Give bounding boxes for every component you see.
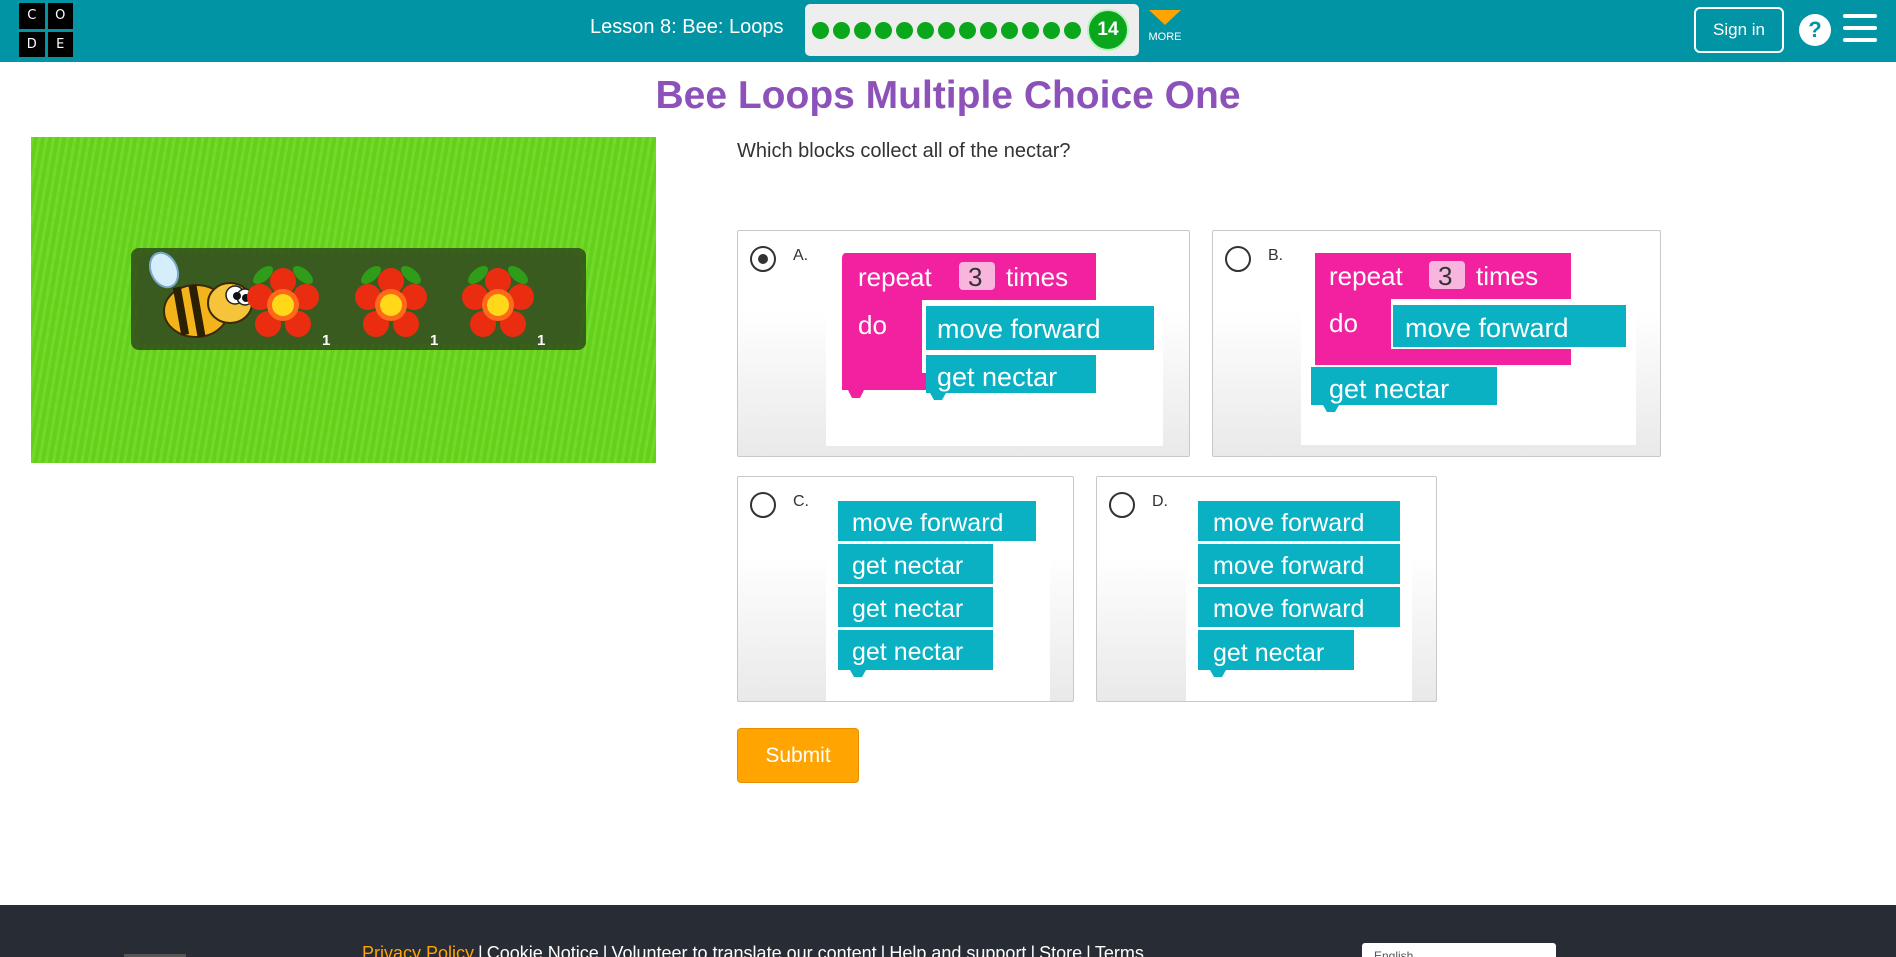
language-select[interactable]: English (1362, 943, 1556, 957)
footer-link-cookie[interactable]: Cookie Notice (487, 943, 599, 957)
sign-in-button[interactable]: Sign in (1694, 7, 1784, 53)
block-code-image: repeat 3 times do move forward get necta… (826, 243, 1163, 446)
svg-text:get nectar: get nectar (1213, 639, 1324, 667)
answer-letter: B. (1268, 247, 1284, 264)
level-bubble[interactable] (854, 21, 871, 39)
menu-line (1843, 26, 1877, 30)
svg-text:move forward: move forward (937, 314, 1101, 344)
svg-text:move forward: move forward (1213, 509, 1364, 537)
do-word: do (1329, 308, 1358, 338)
lesson-title[interactable]: Lesson 8: Bee: Loops (590, 16, 783, 39)
maze-scene: 1 1 1 (131, 248, 586, 350)
svg-text:move forward: move forward (1213, 595, 1364, 623)
menu-line (1843, 14, 1877, 18)
logo-letter: O (47, 3, 73, 29)
block-code-image: move forward move forward move forward g… (1186, 489, 1412, 701)
do-word: do (858, 310, 887, 340)
header-bar: C O D E Lesson 8: Bee: Loops 14 MORE Sig… (0, 0, 1896, 62)
footer-link-privacy[interactable]: Privacy Policy (362, 943, 474, 957)
nectar-count: 1 (322, 332, 330, 349)
footer-links: Privacy Policy | Cookie Notice | Volunteer t… (362, 943, 1144, 957)
svg-text:get nectar: get nectar (852, 552, 963, 580)
hamburger-menu-icon[interactable] (1843, 14, 1877, 42)
level-bubble[interactable] (875, 21, 892, 39)
logo-letter: D (19, 31, 45, 57)
game-preview-image: 1 1 1 (31, 137, 656, 463)
repeat-word: repeat (1329, 261, 1403, 291)
page-title: Bee Loops Multiple Choice One (655, 74, 1241, 117)
more-button[interactable]: MORE (1146, 10, 1184, 43)
level-bubble[interactable] (980, 21, 997, 39)
level-bubble[interactable] (1043, 21, 1060, 39)
footer-link-store[interactable]: Store (1039, 943, 1082, 957)
footer-link-terms[interactable]: Terms (1095, 943, 1144, 957)
answer-letter: A. (793, 247, 809, 264)
nectar-count: 1 (430, 332, 438, 349)
answer-option-a[interactable]: A. repeat 3 times do move forward get ne… (737, 230, 1190, 457)
svg-text:get nectar: get nectar (937, 362, 1057, 392)
level-bubble[interactable] (812, 21, 829, 39)
times-word: times (1006, 262, 1068, 292)
answer-letter: C. (793, 493, 809, 510)
answer-option-b[interactable]: B. repeat 3 times do move forward get ne… (1212, 230, 1661, 457)
level-bubble[interactable] (959, 21, 976, 39)
level-bubble[interactable] (1001, 21, 1018, 39)
question-text: Which blocks collect all of the nectar? (737, 140, 1071, 162)
help-icon[interactable]: ? (1799, 14, 1831, 46)
more-label: MORE (1148, 31, 1182, 43)
answer-radio[interactable] (1109, 492, 1135, 518)
answer-letter: D. (1152, 493, 1168, 510)
svg-text:move forward: move forward (1405, 313, 1569, 343)
footer-link-help[interactable]: Help and support (889, 943, 1026, 957)
menu-line (1843, 38, 1877, 42)
times-word: times (1476, 261, 1538, 291)
level-bubble[interactable] (1064, 21, 1081, 39)
svg-text:move forward: move forward (1213, 552, 1364, 580)
footer: Privacy Policy | Cookie Notice | Volunteer t… (0, 905, 1896, 957)
level-bubble[interactable] (917, 21, 934, 39)
chevron-down-icon (1149, 10, 1181, 25)
svg-text:get nectar: get nectar (1329, 374, 1449, 404)
nectar-count: 1 (537, 332, 545, 349)
progress-bubbles: 14 (805, 4, 1139, 56)
answer-radio[interactable] (750, 492, 776, 518)
svg-text:get nectar: get nectar (852, 638, 963, 666)
repeat-count: 3 (1438, 261, 1452, 291)
level-bubble[interactable] (896, 21, 913, 39)
answer-radio[interactable] (750, 246, 776, 272)
repeat-word: repeat (858, 262, 932, 292)
logo-letter: C (19, 3, 45, 29)
block-code-image: move forward get nectar get nectar get n… (826, 489, 1050, 701)
footer-link-translate[interactable]: Volunteer to translate our content (611, 943, 876, 957)
repeat-count: 3 (968, 262, 982, 292)
current-level-bubble[interactable]: 14 (1087, 9, 1129, 51)
code-logo[interactable]: C O D E (19, 3, 73, 57)
answer-radio[interactable] (1225, 246, 1251, 272)
submit-button[interactable]: Submit (737, 728, 859, 783)
logo-letter: E (47, 31, 73, 57)
answer-option-d[interactable]: D. move forward move forward move forwar… (1096, 476, 1437, 702)
block-code-image: repeat 3 times do move forward get necta… (1301, 243, 1636, 445)
level-bubble[interactable] (1022, 21, 1039, 39)
svg-text:move forward: move forward (852, 509, 1003, 537)
level-bubble[interactable] (833, 21, 850, 39)
svg-text:get nectar: get nectar (852, 595, 963, 623)
answer-option-c[interactable]: C. move forward get nectar get nectar ge… (737, 476, 1074, 702)
level-bubble[interactable] (938, 21, 955, 39)
